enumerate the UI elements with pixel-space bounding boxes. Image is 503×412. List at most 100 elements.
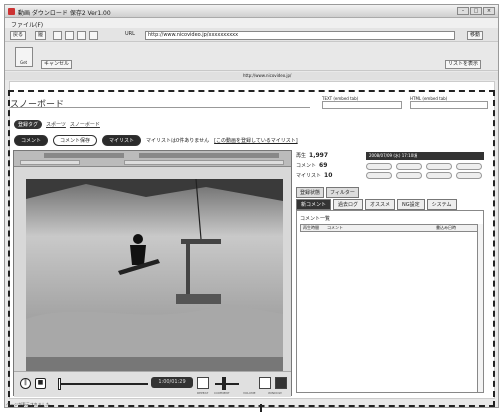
navigation-toolbar: 戻る 履 URL http://www.nicovideo.jp/xxxxxxx…: [5, 28, 498, 42]
get-button-label: Get: [20, 60, 28, 65]
comment-list-scrollbar[interactable]: [477, 224, 483, 392]
control-label: VOLUME: [243, 391, 256, 395]
action-button-row: コメント コメント保存 マイリスト マイリストは0件ありません [この動画を登録…: [14, 135, 298, 146]
tab-system[interactable]: システム: [426, 199, 457, 210]
info-pill[interactable]: [426, 163, 452, 170]
minimize-button[interactable]: –: [457, 7, 469, 15]
comments-value: 69: [319, 162, 328, 169]
video-frame: [26, 179, 283, 371]
info-pill[interactable]: [366, 163, 392, 170]
menu-bar: ファイル(F): [5, 18, 498, 29]
volume-bar[interactable]: [215, 383, 239, 385]
views-value: 1,997: [309, 152, 328, 159]
comment-toggle-icon[interactable]: [243, 377, 255, 389]
screen-mode-icon[interactable]: [259, 377, 271, 389]
tab-past-log[interactable]: 過去ログ: [333, 199, 364, 210]
control-label: COMMENT: [214, 391, 230, 395]
player-header-bar: [139, 153, 279, 158]
url-status-strip: http://www.nicovideo.jp/: [5, 72, 498, 80]
cancel-button[interactable]: キャンセル: [41, 60, 73, 69]
mylist-button[interactable]: マイリスト: [102, 135, 142, 146]
tag-link[interactable]: スポーツ: [46, 121, 66, 128]
url-input[interactable]: http://www.nicovideo.jp/xxxxxxxxxx: [145, 31, 455, 40]
info-pills: [366, 163, 484, 181]
mylist-note: マイリストは0件ありません: [146, 138, 210, 144]
comments-label: コメント: [296, 163, 317, 169]
column-comment[interactable]: コメント: [327, 225, 343, 231]
comment-tabs: 新コメント 過去ログ オススメ NG設定 システム: [296, 199, 457, 210]
app-icon: [8, 8, 15, 15]
title-underline: [10, 107, 310, 108]
highlight-pointer: [260, 404, 262, 412]
repeat-icon[interactable]: [197, 377, 209, 389]
views-label: 再生: [296, 153, 307, 159]
home-icon[interactable]: [53, 31, 62, 40]
info-pill[interactable]: [396, 172, 422, 179]
control-label: WINDOW: [268, 391, 282, 395]
current-url-text: http://www.nicovideo.jp/: [243, 73, 292, 78]
column-post-date[interactable]: 書込み日時: [436, 225, 456, 231]
video-stats: 再生 1,997 コメント 69 マイリスト 10: [292, 150, 364, 184]
tab-ng-settings[interactable]: NG設定: [397, 199, 425, 210]
url-label: URL: [125, 31, 135, 37]
comment-list-header: 再生時間 コメント 書込み日時: [300, 224, 482, 232]
window-controls: – □ ×: [457, 7, 495, 15]
stop-icon[interactable]: [77, 31, 86, 40]
player-header-field: [20, 160, 80, 165]
comment-button[interactable]: コメント: [14, 135, 49, 146]
stop-icon[interactable]: ■: [35, 378, 46, 389]
volume-handle[interactable]: [222, 377, 226, 390]
views-stat: 再生 1,997: [296, 152, 328, 159]
mylist-stat: マイリスト 10: [296, 172, 332, 179]
page-title: スノーボード: [10, 100, 65, 110]
fullscreen-icon[interactable]: [275, 377, 287, 389]
back-button[interactable]: 戻る: [10, 31, 27, 40]
title-bar: 動画 ダウンロード 保存2 Ver1.00 – □ ×: [5, 5, 498, 18]
html-embed-field[interactable]: [410, 101, 488, 109]
player-header-bar: [44, 153, 124, 158]
mylist-label: マイリスト: [296, 173, 322, 179]
tab-new-comments[interactable]: 新コメント: [296, 199, 332, 210]
action-toolbar: Get キャンセル リストを表示: [5, 43, 498, 71]
player-header: [14, 151, 291, 167]
video-player: ‖ ■ 1:00/01:29 REPEAT COMMENT VOLUME WIN…: [13, 150, 292, 397]
info-pill[interactable]: [396, 163, 422, 170]
column-play-time[interactable]: 再生時間: [303, 225, 319, 231]
go-button[interactable]: 移動: [467, 31, 484, 40]
mylist-link[interactable]: [この動画を登録しているマイリスト]: [214, 137, 298, 144]
comments-stat: コメント 69: [296, 162, 327, 169]
upper-tabs: 登録状態 フィルター: [296, 187, 359, 198]
mylist-value: 10: [324, 172, 333, 179]
seek-handle[interactable]: [58, 378, 61, 390]
pause-icon[interactable]: ‖: [20, 378, 31, 389]
refresh-icon[interactable]: [65, 31, 74, 40]
video-screen[interactable]: [26, 179, 283, 371]
info-pill[interactable]: [456, 163, 482, 170]
side-panel: 再生 1,997 コメント 69 マイリスト 10 2008/07/09 (水)…: [292, 150, 486, 396]
show-list-button[interactable]: リストを表示: [445, 60, 482, 69]
player-controls: ‖ ■ 1:00/01:29 REPEAT COMMENT VOLUME WIN…: [14, 371, 291, 397]
page-icon[interactable]: [89, 31, 98, 40]
comment-save-button[interactable]: コメント保存: [53, 135, 98, 146]
text-embed-field[interactable]: [322, 101, 402, 109]
info-pill[interactable]: [426, 172, 452, 179]
tag-link[interactable]: スノーボード: [70, 121, 100, 128]
comment-list-pane: コメント一覧 再生時間 コメント 書込み日時: [296, 210, 484, 393]
status-bar-text: ページが表示されました: [6, 402, 50, 407]
registered-tags-label: 登録タグ: [14, 120, 43, 129]
maximize-button[interactable]: □: [470, 7, 482, 15]
player-header-field: [124, 160, 284, 165]
close-button[interactable]: ×: [483, 7, 495, 15]
time-display: 1:00/01:29: [151, 377, 193, 388]
seek-bar[interactable]: [58, 383, 148, 385]
history-button[interactable]: 履: [35, 31, 47, 40]
get-button[interactable]: Get: [15, 47, 33, 67]
control-label: REPEAT: [197, 391, 209, 395]
post-date: 2008/07/09 (水) 17:10頃: [366, 152, 484, 160]
info-pill[interactable]: [366, 172, 392, 179]
tab-filter[interactable]: フィルター: [326, 187, 359, 198]
comment-list-title: コメント一覧: [300, 216, 331, 222]
tab-registration[interactable]: 登録状態: [296, 187, 325, 198]
tab-recommend[interactable]: オススメ: [365, 199, 396, 210]
info-pill[interactable]: [456, 172, 482, 179]
